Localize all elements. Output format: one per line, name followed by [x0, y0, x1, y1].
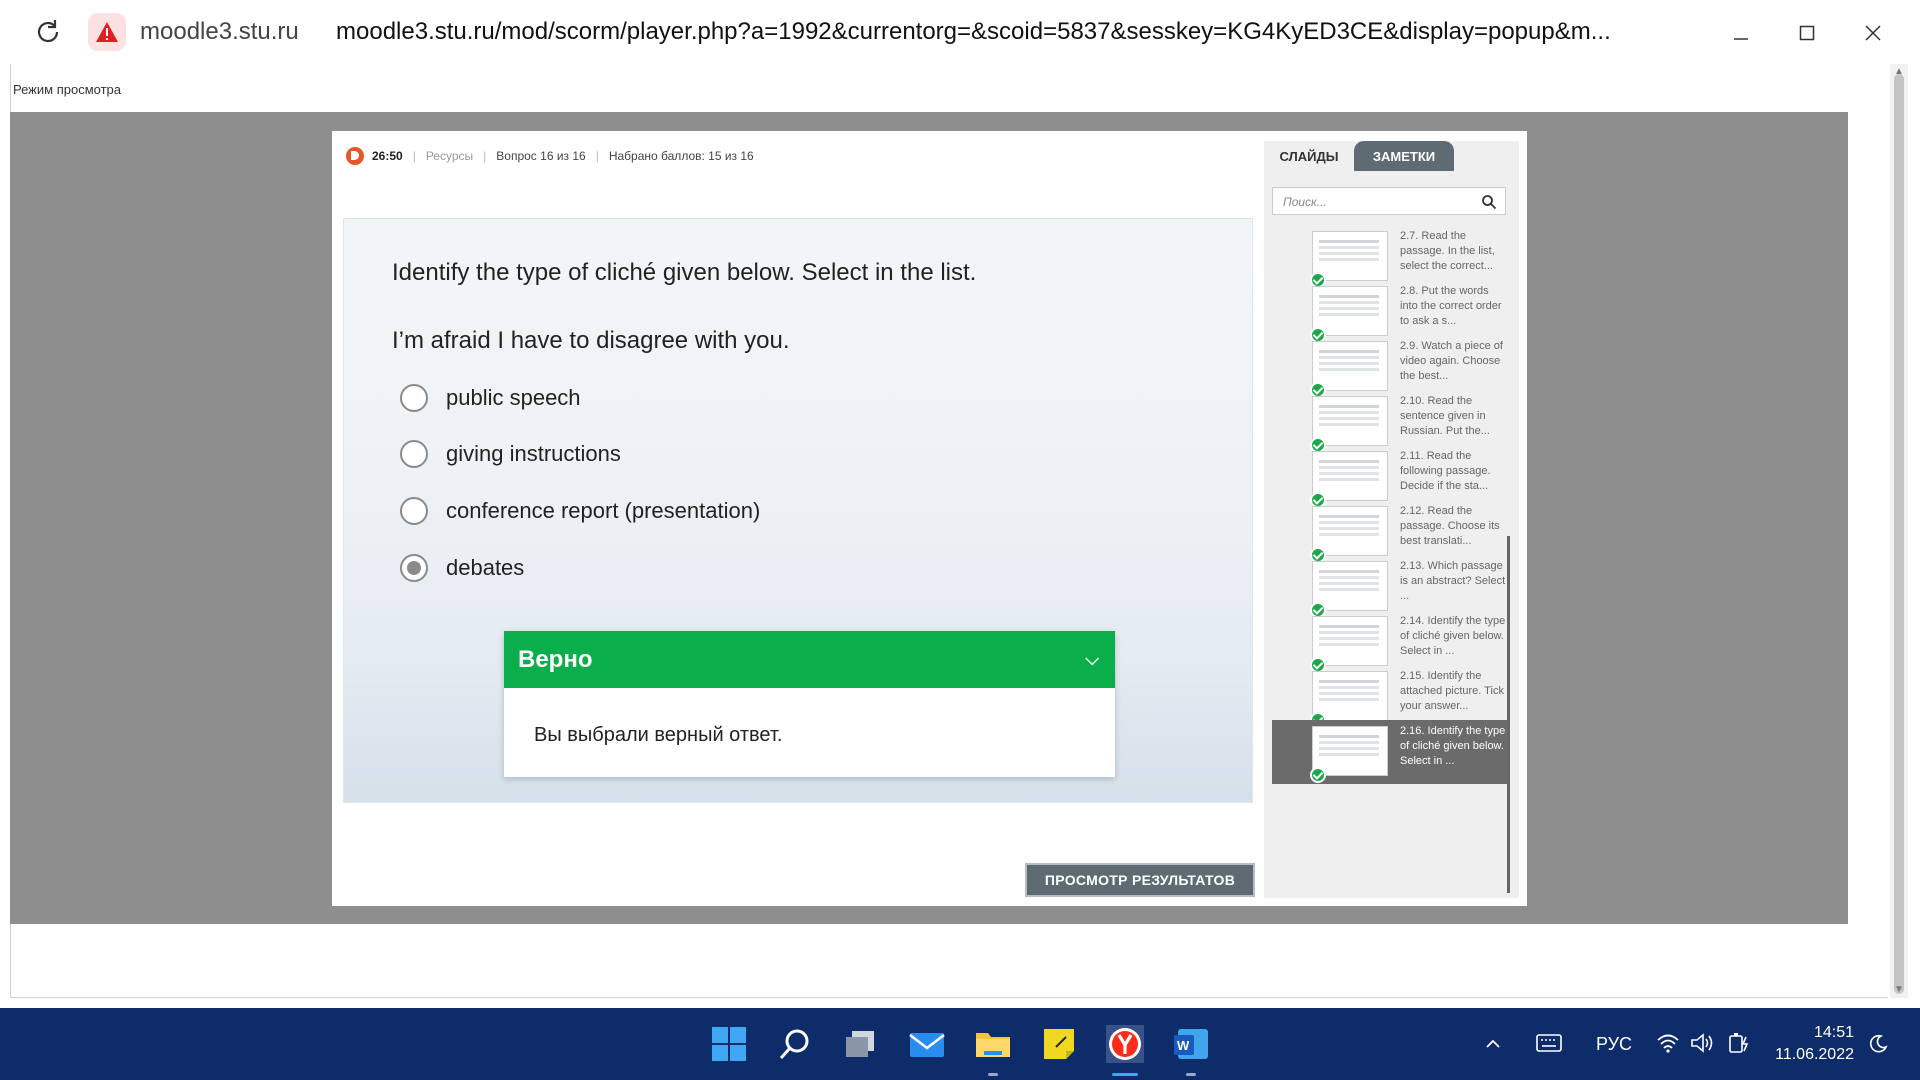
- option-public-speech[interactable]: public speech: [400, 382, 581, 414]
- system-clock[interactable]: 14:51 11.06.2022: [1774, 1022, 1854, 1066]
- word-icon[interactable]: W: [1172, 1025, 1210, 1063]
- page-header: Режим просмотра: [10, 64, 1888, 112]
- completed-check-icon: [1310, 767, 1326, 783]
- option-label: public speech: [446, 385, 581, 410]
- slide-search-input[interactable]: Поиск...: [1272, 187, 1506, 215]
- slide-item-label: 2.10. Read the sentence given in Russian…: [1400, 395, 1490, 437]
- wifi-icon[interactable]: [1656, 1032, 1680, 1054]
- site-domain[interactable]: moodle3.stu.ru: [140, 18, 299, 46]
- running-indicator: [1186, 1073, 1196, 1076]
- slides-panel: СЛАЙДЫ ЗАМЕТКИ Поиск... 2.7. Read the pa…: [1264, 141, 1519, 898]
- slide-item-label: 2.16. Identify the type of cliché given …: [1400, 725, 1506, 767]
- slide-item-label: 2.15. Identify the attached picture. Tic…: [1400, 670, 1504, 712]
- scorm-player: 26:50 | Ресурсы | Вопрос 16 из 16 | Набр…: [332, 131, 1527, 906]
- player-status-bar: 26:50 | Ресурсы | Вопрос 16 из 16 | Набр…: [346, 143, 754, 169]
- option-label: giving instructions: [446, 441, 621, 466]
- timer-value: 26:50: [372, 149, 403, 163]
- question-slide: Identify the type of cliché given below.…: [343, 218, 1253, 803]
- view-mode-label: Режим просмотра: [13, 82, 121, 97]
- feedback-title: Верно: [518, 645, 593, 673]
- tab-slides[interactable]: СЛАЙДЫ: [1264, 141, 1354, 171]
- feedback-header[interactable]: Верно ⌵: [504, 631, 1115, 688]
- search-icon[interactable]: [776, 1025, 814, 1063]
- feedback-popup: Верно ⌵ Вы выбрали верный ответ.: [504, 631, 1115, 777]
- browser-address-bar: moodle3.stu.ru moodle3.stu.ru/mod/scorm/…: [0, 0, 1920, 64]
- keyboard-icon[interactable]: [1536, 1032, 1562, 1054]
- score-display: Набрано баллов: 15 из 16: [608, 149, 754, 163]
- close-icon[interactable]: [1858, 18, 1888, 48]
- slide-item-label: 2.13. Which passage is an abstract? Sele…: [1400, 560, 1506, 602]
- scrollbar-thumb[interactable]: [1894, 74, 1904, 994]
- tab-notes[interactable]: ЗАМЕТКИ: [1354, 141, 1454, 171]
- reload-icon[interactable]: [32, 16, 64, 48]
- sticky-notes-icon[interactable]: [1040, 1025, 1078, 1063]
- svg-text:W: W: [1177, 1038, 1190, 1053]
- slide-item-label: 2.11. Read the following passage. Decide…: [1400, 450, 1491, 492]
- page-scrollbar[interactable]: ▲ ▼: [1890, 64, 1908, 998]
- volume-icon[interactable]: [1690, 1032, 1716, 1054]
- option-label: debates: [446, 555, 525, 580]
- radio-button[interactable]: [400, 497, 428, 525]
- radio-button[interactable]: [400, 440, 428, 468]
- url-field[interactable]: moodle3.stu.ru/mod/scorm/player.php?a=19…: [336, 18, 1611, 46]
- option-giving-instructions[interactable]: giving instructions: [400, 438, 621, 470]
- option-debates[interactable]: debates: [400, 552, 524, 584]
- windows-start-icon[interactable]: [710, 1025, 748, 1063]
- running-indicator: [988, 1073, 998, 1076]
- clock-time: 14:51: [1813, 1024, 1854, 1041]
- slide-item-label: 2.9. Watch a piece of video again. Choos…: [1400, 340, 1503, 382]
- chevron-up-icon[interactable]: [1484, 1035, 1502, 1053]
- option-conference-report[interactable]: conference report (presentation): [400, 495, 760, 527]
- security-warning-icon[interactable]: [88, 13, 126, 51]
- maximize-icon[interactable]: [1792, 18, 1822, 48]
- yandex-browser-icon[interactable]: [1106, 1025, 1144, 1063]
- feedback-message: Вы выбрали верный ответ.: [534, 724, 783, 746]
- task-view-icon[interactable]: [842, 1025, 880, 1063]
- page-footer-area: [10, 924, 1888, 998]
- slide-list-scrollbar[interactable]: [1507, 536, 1510, 893]
- slide-item-label: 2.12. Read the passage. Choose its best …: [1400, 505, 1500, 547]
- windows-taskbar: W РУС 14:51 11.06.2022: [0, 1008, 1920, 1080]
- slide-item-label: 2.8. Put the words into the correct orde…: [1400, 285, 1502, 327]
- notifications-icon[interactable]: [1868, 1034, 1888, 1054]
- mail-icon[interactable]: [908, 1025, 946, 1063]
- search-icon[interactable]: [1481, 194, 1497, 210]
- question-title: Identify the type of cliché given below.…: [392, 259, 977, 286]
- slide-item-2-16-active[interactable]: 2.16. Identify the type of cliché given …: [1272, 720, 1510, 784]
- radio-button-selected[interactable]: [400, 554, 428, 582]
- chevron-down-icon[interactable]: ⌵: [1085, 649, 1099, 670]
- clock-date: 11.06.2022: [1775, 1046, 1854, 1063]
- radio-button[interactable]: [400, 384, 428, 412]
- scroll-down-icon[interactable]: ▼: [1894, 984, 1904, 995]
- file-explorer-icon[interactable]: [974, 1025, 1012, 1063]
- minimize-icon[interactable]: [1726, 18, 1756, 48]
- slide-item-label: 2.7. Read the passage. In the list, sele…: [1400, 230, 1495, 272]
- search-placeholder: Поиск...: [1283, 195, 1327, 209]
- slide-item-label: 2.14. Identify the type of cliché given …: [1400, 615, 1506, 657]
- timer-icon: [346, 147, 364, 165]
- language-indicator[interactable]: РУС: [1596, 1008, 1632, 1080]
- resources-link[interactable]: Ресурсы: [426, 149, 473, 163]
- question-counter: Вопрос 16 из 16: [496, 149, 586, 163]
- option-label: conference report (presentation): [446, 498, 761, 523]
- question-sentence: I’m afraid I have to disagree with you.: [392, 327, 790, 354]
- battery-charging-icon[interactable]: [1726, 1031, 1752, 1055]
- view-results-button[interactable]: ПРОСМОТР РЕЗУЛЬТАТОВ: [1025, 863, 1255, 897]
- active-app-indicator: [1112, 1073, 1138, 1076]
